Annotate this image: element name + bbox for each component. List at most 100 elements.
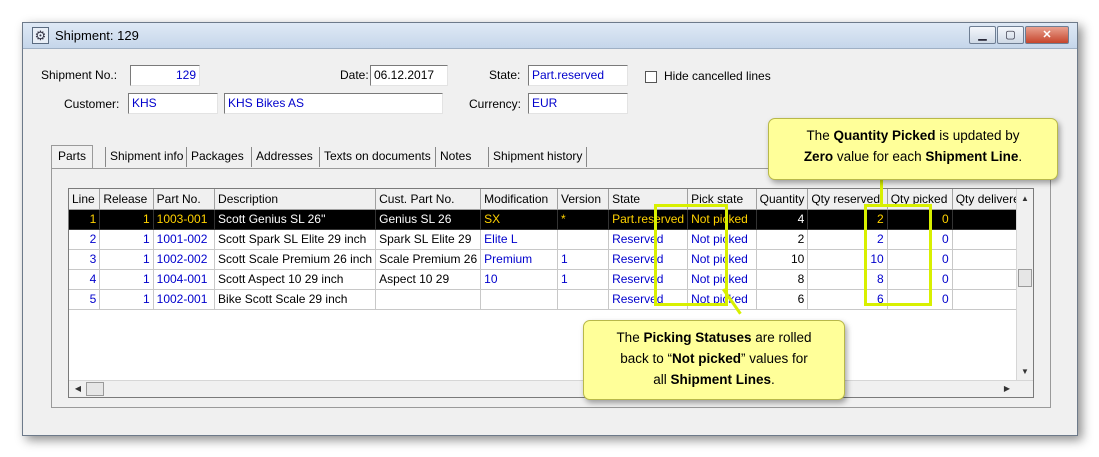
cell-cust-part-no[interactable] — [375, 289, 482, 310]
cell-cust-part-no[interactable]: Genius SL 26 — [375, 209, 482, 230]
cell-modification[interactable]: Elite L — [480, 229, 558, 250]
cell-state[interactable]: Part.reserved — [608, 209, 689, 230]
column-header[interactable]: Cust. Part No. — [375, 189, 482, 210]
cell-cust-part-no[interactable]: Scale Premium 26 — [375, 249, 482, 270]
vertical-scroll-thumb[interactable] — [1018, 269, 1032, 287]
cell-pick-state[interactable]: Not picked — [687, 269, 757, 290]
column-header[interactable]: Part No. — [153, 189, 216, 210]
tab-parts[interactable]: Parts — [51, 145, 94, 169]
cell-modification[interactable]: 10 — [480, 269, 558, 290]
cell-state[interactable]: Reserved — [608, 269, 689, 290]
cell-pick-state[interactable]: Not picked — [687, 229, 757, 250]
cell-release[interactable]: 1 — [99, 289, 154, 310]
tab-shipment-history[interactable]: Shipment history — [488, 147, 588, 167]
cell-line[interactable]: 2 — [69, 229, 101, 250]
column-header[interactable]: Pick state — [687, 189, 757, 210]
date-field[interactable]: 06.12.2017 — [370, 65, 448, 86]
cell-pick-state[interactable]: Not picked — [687, 209, 757, 230]
cell-release[interactable]: 1 — [99, 209, 154, 230]
cell-version[interactable]: 1 — [557, 269, 610, 290]
hide-cancelled-checkbox[interactable] — [645, 71, 657, 83]
maximize-button[interactable]: ▢ — [997, 26, 1024, 44]
cell-modification[interactable]: Premium — [480, 249, 558, 270]
column-header[interactable]: Modification — [480, 189, 558, 210]
customer-code-field[interactable]: KHS — [128, 93, 218, 114]
cell-description[interactable]: Scott Aspect 10 29 inch — [214, 269, 377, 290]
cell-release[interactable]: 1 — [99, 249, 154, 270]
tab-texts-on-documents[interactable]: Texts on documents — [319, 147, 435, 167]
column-header[interactable]: Qty reserved — [807, 189, 888, 210]
column-header[interactable]: Version — [557, 189, 610, 210]
cell-version[interactable]: 1 — [557, 249, 610, 270]
cell-part-no[interactable]: 1003-001 — [153, 209, 216, 230]
cell-quantity[interactable]: 6 — [756, 289, 809, 310]
cell-qty-picked[interactable]: 0 — [887, 249, 953, 270]
cell-modification[interactable] — [480, 289, 558, 310]
cell-line[interactable]: 1 — [69, 209, 101, 230]
shipment-no-field[interactable]: 129 — [130, 65, 200, 86]
scroll-left-icon[interactable]: ◀ — [70, 381, 86, 397]
tab-notes[interactable]: Notes — [435, 147, 475, 167]
cell-part-no[interactable]: 1002-001 — [153, 289, 216, 310]
cell-release[interactable]: 1 — [99, 229, 154, 250]
cell-quantity[interactable]: 4 — [756, 209, 809, 230]
cell-line[interactable]: 5 — [69, 289, 101, 310]
cell-cust-part-no[interactable]: Spark SL Elite 29 — [375, 229, 482, 250]
currency-field[interactable]: EUR — [528, 93, 628, 114]
cell-qty-reserved[interactable]: 8 — [807, 269, 888, 290]
scroll-up-icon[interactable]: ▲ — [1017, 191, 1033, 207]
cell-pick-state[interactable]: Not picked — [687, 289, 757, 310]
column-header[interactable]: Line — [69, 189, 101, 210]
cell-qty-reserved[interactable]: 2 — [807, 229, 888, 250]
table-row[interactable]: 1 1 1003-001 Scott Genius SL 26'' Genius… — [69, 209, 1033, 230]
close-button[interactable]: ✕ — [1025, 26, 1069, 44]
cell-quantity[interactable]: 2 — [756, 229, 809, 250]
horizontal-scrollbar[interactable]: ◀ ▶ — [69, 380, 1033, 397]
cell-qty-picked[interactable]: 0 — [887, 209, 953, 230]
vertical-scrollbar[interactable]: ▲ ▼ — [1016, 189, 1033, 382]
cell-state[interactable]: Reserved — [608, 289, 689, 310]
table-row[interactable]: 4 1 1004-001 Scott Aspect 10 29 inch Asp… — [69, 269, 1033, 290]
cell-qty-picked[interactable]: 0 — [887, 289, 953, 310]
cell-version[interactable]: * — [557, 209, 610, 230]
cell-state[interactable]: Reserved — [608, 249, 689, 270]
cell-quantity[interactable]: 8 — [756, 269, 809, 290]
horizontal-scroll-thumb[interactable] — [86, 382, 104, 396]
table-row[interactable]: 2 1 1001-002 Scott Spark SL Elite 29 inc… — [69, 229, 1033, 250]
cell-line[interactable]: 3 — [69, 249, 101, 270]
cell-quantity[interactable]: 10 — [756, 249, 809, 270]
minimize-button[interactable]: ▁ — [969, 26, 996, 44]
cell-qty-reserved[interactable]: 10 — [807, 249, 888, 270]
cell-version[interactable] — [557, 289, 610, 310]
tab-shipment-info[interactable]: Shipment info — [105, 147, 187, 167]
cell-modification[interactable]: SX — [480, 209, 558, 230]
scroll-down-icon[interactable]: ▼ — [1017, 364, 1033, 380]
cell-line[interactable]: 4 — [69, 269, 101, 290]
title-bar[interactable]: ⚙ Shipment: 129 ▁ ▢ ✕ — [23, 23, 1077, 49]
table-row[interactable]: 3 1 1002-002 Scott Scale Premium 26 inch… — [69, 249, 1033, 270]
cell-qty-reserved[interactable]: 2 — [807, 209, 888, 230]
cell-description[interactable]: Scott Genius SL 26'' — [214, 209, 377, 230]
cell-qty-picked[interactable]: 0 — [887, 229, 953, 250]
cell-qty-picked[interactable]: 0 — [887, 269, 953, 290]
cell-part-no[interactable]: 1001-002 — [153, 229, 216, 250]
column-header[interactable]: Quantity — [756, 189, 809, 210]
cell-pick-state[interactable]: Not picked — [687, 249, 757, 270]
cell-release[interactable]: 1 — [99, 269, 154, 290]
column-header[interactable]: Description — [214, 189, 377, 210]
column-header[interactable]: State — [608, 189, 689, 210]
cell-part-no[interactable]: 1002-002 — [153, 249, 216, 270]
column-header[interactable]: Release — [99, 189, 154, 210]
scroll-right-icon[interactable]: ▶ — [999, 381, 1015, 397]
cell-part-no[interactable]: 1004-001 — [153, 269, 216, 290]
cell-version[interactable] — [557, 229, 610, 250]
tab-addresses[interactable]: Addresses — [251, 147, 317, 167]
cell-cust-part-no[interactable]: Aspect 10 29 — [375, 269, 482, 290]
cell-description[interactable]: Scott Spark SL Elite 29 inch — [214, 229, 377, 250]
tab-packages[interactable]: Packages — [186, 147, 248, 167]
cell-description[interactable]: Scott Scale Premium 26 inch — [214, 249, 377, 270]
cell-state[interactable]: Reserved — [608, 229, 689, 250]
column-header[interactable]: Qty picked — [887, 189, 953, 210]
cell-description[interactable]: Bike Scott Scale 29 inch — [214, 289, 377, 310]
cell-qty-reserved[interactable]: 6 — [807, 289, 888, 310]
